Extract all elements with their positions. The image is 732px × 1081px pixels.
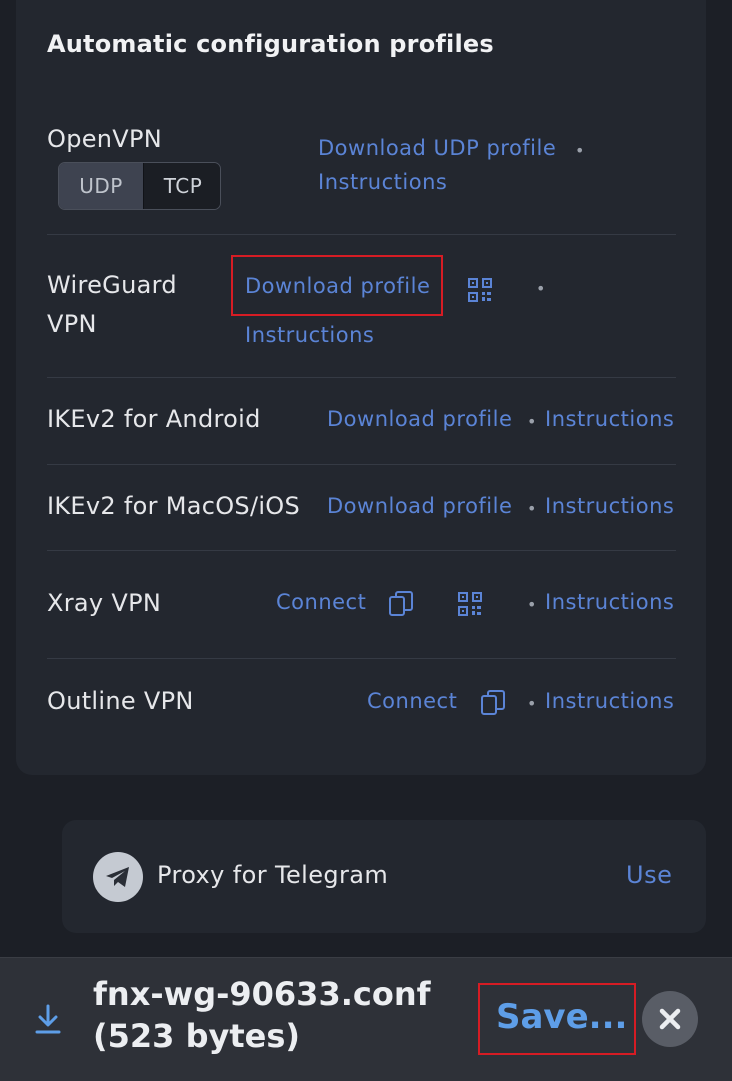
outline-label: Outline VPN	[47, 687, 194, 715]
row-divider	[47, 464, 676, 465]
ikev2-macos-instructions-link[interactable]: Instructions	[545, 494, 674, 518]
separator-dot: •	[527, 412, 537, 431]
outline-instructions-link[interactable]: Instructions	[545, 689, 674, 713]
tcp-toggle-button[interactable]: TCP	[144, 163, 220, 209]
separator-dot: •	[527, 595, 537, 614]
row-divider	[47, 377, 676, 378]
telegram-icon	[93, 852, 143, 902]
close-icon	[659, 1008, 681, 1030]
udp-toggle-button[interactable]: UDP	[59, 163, 144, 209]
openvpn-download-link[interactable]: Download UDP profile	[318, 136, 556, 160]
separator-dot: •	[527, 694, 537, 713]
download-arrow-icon	[35, 1004, 61, 1034]
ikev2-android-download-link[interactable]: Download profile	[327, 407, 512, 431]
highlight-box	[231, 255, 443, 316]
copy-icon[interactable]	[480, 689, 506, 717]
filesize-text: (523 bytes)	[93, 1017, 300, 1055]
row-divider	[47, 658, 676, 659]
separator-dot: •	[536, 279, 546, 298]
xray-label: Xray VPN	[47, 589, 162, 617]
ikev2-macos-label: IKEv2 for MacOS/iOS	[47, 492, 301, 520]
xray-connect-link[interactable]: Connect	[276, 590, 366, 614]
highlight-box	[478, 983, 636, 1055]
section-title: Automatic configuration profiles	[47, 30, 494, 58]
proxy-use-link[interactable]: Use	[626, 861, 672, 889]
xray-instructions-link[interactable]: Instructions	[545, 590, 674, 614]
wireguard-label-line2: VPN	[47, 310, 97, 338]
download-filename: fnx-wg-90633.conf (523 bytes)	[93, 973, 431, 1057]
qr-code-icon[interactable]	[467, 277, 493, 303]
row-divider	[47, 550, 676, 551]
wireguard-instructions-link[interactable]: Instructions	[245, 323, 374, 347]
separator-dot: •	[527, 499, 537, 518]
openvpn-label: OpenVPN	[47, 125, 163, 153]
separator-dot: •	[575, 141, 585, 160]
row-divider	[47, 234, 676, 235]
ikev2-macos-download-link[interactable]: Download profile	[327, 494, 512, 518]
qr-code-icon[interactable]	[457, 591, 483, 617]
proxy-label: Proxy for Telegram	[157, 861, 389, 889]
outline-connect-link[interactable]: Connect	[367, 689, 457, 713]
filename-text: fnx-wg-90633.conf	[93, 975, 431, 1013]
close-button[interactable]	[642, 991, 698, 1047]
openvpn-instructions-link[interactable]: Instructions	[318, 170, 447, 194]
protocol-toggle: UDP TCP	[58, 162, 221, 210]
ikev2-android-label: IKEv2 for Android	[47, 405, 261, 433]
ikev2-android-instructions-link[interactable]: Instructions	[545, 407, 674, 431]
copy-icon[interactable]	[388, 590, 414, 618]
wireguard-label-line1: WireGuard	[47, 271, 177, 299]
